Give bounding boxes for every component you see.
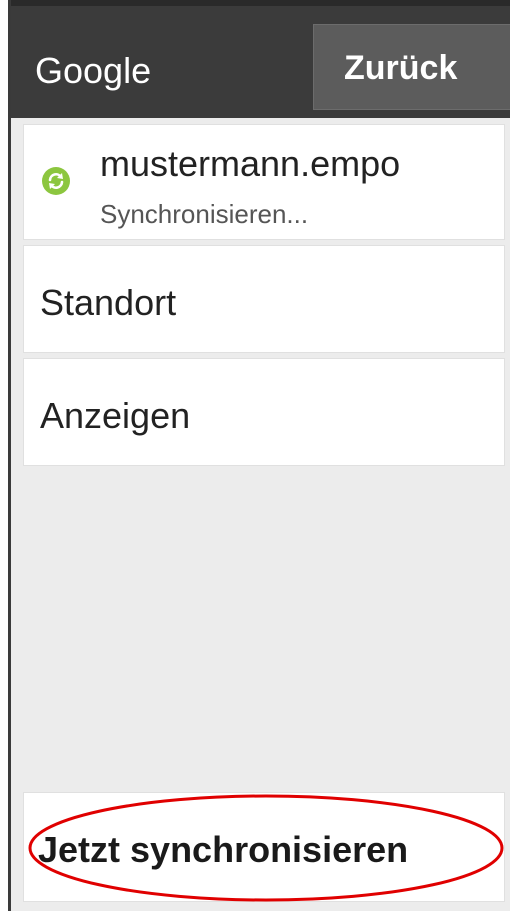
menu-item-standort[interactable]: Standort (23, 245, 505, 353)
back-button-label: Zurück (344, 49, 458, 87)
menu-item-label: Anzeigen (40, 395, 191, 436)
sync-now-button[interactable]: Jetzt synchronisieren (23, 792, 505, 902)
menu-item-anzeigen[interactable]: Anzeigen (23, 358, 505, 466)
settings-list: mustermann.empo Synchronisieren... Stand… (23, 124, 505, 471)
phone-screen: Google Zurück mustermann.empo Synchronis… (8, 0, 510, 911)
back-button[interactable]: Zurück (313, 24, 510, 110)
account-name: mustermann.empo (100, 143, 401, 184)
account-item[interactable]: mustermann.empo Synchronisieren... (23, 124, 505, 240)
sync-icon (42, 167, 70, 195)
sync-status: Synchronisieren... (100, 199, 309, 229)
action-bar: Google Zurück (11, 0, 510, 118)
menu-item-label: Standort (40, 282, 177, 323)
page-title: Google (35, 50, 152, 91)
sync-now-label: Jetzt synchronisieren (38, 829, 409, 870)
